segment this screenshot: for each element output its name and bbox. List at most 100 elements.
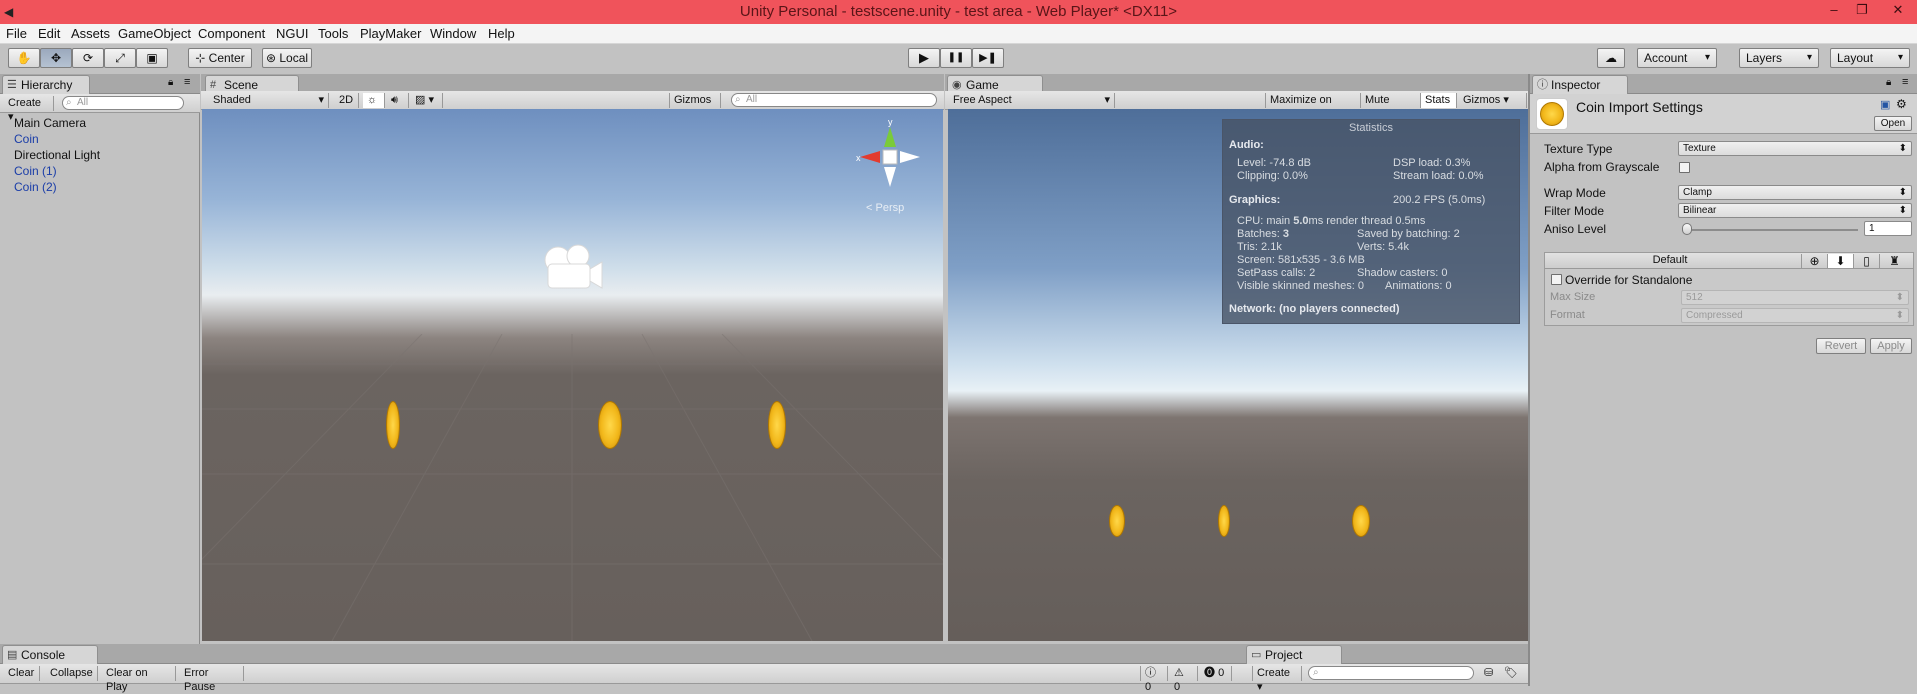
menu-icon[interactable]: ≡ xyxy=(184,76,190,88)
menu-component[interactable]: Component xyxy=(198,26,265,41)
camera-icon[interactable] xyxy=(536,238,616,298)
gear-icon[interactable]: ⚙ xyxy=(1896,97,1907,111)
play-button[interactable]: ▶ xyxy=(908,48,940,68)
minimize-icon[interactable]: – xyxy=(1820,0,1848,22)
effects-dropdown[interactable]: ▨ ▾ xyxy=(411,93,443,108)
layout-dropdown[interactable]: Layout xyxy=(1830,48,1910,68)
cloud-button[interactable]: ☁ xyxy=(1597,48,1625,68)
pivot-center-button[interactable]: ⊹ Center xyxy=(188,48,252,68)
stats-toggle[interactable]: Stats xyxy=(1421,93,1457,108)
wrap-mode-dropdown[interactable]: Clamp ⬍ xyxy=(1678,185,1912,200)
console-clear-on-play-button[interactable]: Clear on Play xyxy=(102,666,176,693)
revert-button[interactable]: Revert xyxy=(1816,338,1866,354)
pivot-local-button[interactable]: ⊛ Local xyxy=(262,48,312,68)
maximize-icon[interactable]: ❐ xyxy=(1848,0,1876,22)
open-button[interactable]: Open xyxy=(1874,116,1912,131)
console-error-pause-button[interactable]: Error Pause xyxy=(180,666,244,693)
step-button[interactable]: ▶❚ xyxy=(972,48,1004,68)
help-icon[interactable]: ▣ xyxy=(1880,98,1890,111)
tab-console[interactable]: ▤ Console xyxy=(2,645,98,664)
bottom-tabbar: ▤ Console ▭ Project xyxy=(0,644,1530,664)
menu-help[interactable]: Help xyxy=(488,26,515,41)
shading-dropdown[interactable]: Shaded ▾ xyxy=(209,93,329,108)
layers-dropdown[interactable]: Layers xyxy=(1739,48,1819,68)
console-error-toggle[interactable]: ⓿ 0 xyxy=(1200,666,1232,681)
audio-header: Audio: xyxy=(1229,139,1264,151)
game-subbar: Free Aspect▾ Maximize on Play Mute audio… xyxy=(945,91,1530,120)
maximize-on-play-toggle[interactable]: Maximize on Play xyxy=(1265,93,1361,120)
scene-search-input[interactable]: ⌕ All xyxy=(731,93,937,107)
scene-viewport[interactable]: x y < Persp xyxy=(202,109,943,641)
tab-inspector[interactable]: ⓘ Inspector xyxy=(1532,75,1628,94)
lock-icon[interactable]: 🔒︎ xyxy=(168,77,173,88)
search-icon: ⌕ xyxy=(66,97,72,108)
lock-icon[interactable]: 🔒︎ xyxy=(1886,77,1891,88)
coin-object[interactable] xyxy=(386,401,400,449)
android-icon[interactable]: ♜ xyxy=(1879,254,1909,268)
texture-type-dropdown[interactable]: Texture ⬍ xyxy=(1678,141,1912,156)
menu-ngui[interactable]: NGUI xyxy=(276,26,309,41)
menu-tools[interactable]: Tools xyxy=(318,26,348,41)
hierarchy-item-directional-light[interactable]: Directional Light xyxy=(14,148,100,162)
coin-object[interactable] xyxy=(768,401,786,449)
rect-tool-button[interactable]: ▣ xyxy=(136,48,168,68)
aniso-level-input[interactable]: 1 xyxy=(1864,221,1912,236)
tab-hierarchy[interactable]: ☰ Hierarchy xyxy=(2,75,90,94)
menu-playmaker[interactable]: PlayMaker xyxy=(360,26,421,41)
hierarchy-search-input[interactable]: ⌕ All xyxy=(62,96,184,110)
menu-window[interactable]: Window xyxy=(430,26,476,41)
hierarchy-create-dropdown[interactable]: Create ▾ xyxy=(4,96,54,123)
texture-type-value: Texture xyxy=(1683,143,1716,154)
console-info-toggle[interactable]: ⓘ 0 xyxy=(1140,666,1168,693)
coin-object xyxy=(1218,505,1230,537)
move-tool-button[interactable]: ✥ xyxy=(40,48,72,68)
alpha-from-grayscale-checkbox[interactable] xyxy=(1679,162,1690,173)
hierarchy-item-coin-1[interactable]: Coin (1) xyxy=(14,164,57,178)
console-collapse-button[interactable]: Collapse xyxy=(46,666,98,681)
download-icon[interactable]: ⬇ xyxy=(1827,254,1853,268)
mute-audio-toggle[interactable]: Mute audio xyxy=(1361,93,1421,120)
scale-tool-button[interactable]: ⤢ xyxy=(104,48,136,68)
panel-splitter[interactable] xyxy=(1528,74,1530,686)
project-create-dropdown[interactable]: Create ▾ xyxy=(1252,666,1302,693)
rotate-tool-button[interactable]: ⟳ xyxy=(72,48,104,68)
menu-icon[interactable]: ≡ xyxy=(1902,76,1908,88)
orientation-gizmo[interactable]: x y xyxy=(850,117,930,197)
globe-icon[interactable]: ⊕ xyxy=(1801,254,1827,268)
menu-gameobject[interactable]: GameObject xyxy=(118,26,191,41)
project-search-input[interactable]: ⌕ xyxy=(1308,666,1474,680)
menu-file[interactable]: File xyxy=(6,26,27,41)
lighting-toggle[interactable]: ☼ xyxy=(363,93,385,108)
search-placeholder: All xyxy=(77,97,89,108)
game-tab-label: Game xyxy=(966,78,999,92)
override-standalone-checkbox[interactable] xyxy=(1551,274,1562,285)
aniso-slider-track[interactable] xyxy=(1682,229,1858,231)
aniso-slider-thumb[interactable] xyxy=(1682,223,1692,235)
label-tag-icon[interactable]: 🏷︎ xyxy=(1504,666,1518,679)
apply-button[interactable]: Apply xyxy=(1870,338,1912,354)
scene-gizmos-dropdown[interactable]: Gizmos ▾ xyxy=(669,93,721,120)
menu-edit[interactable]: Edit xyxy=(38,26,60,41)
console-warning-toggle[interactable]: ⚠ 0 xyxy=(1170,666,1198,693)
hand-tool-button[interactable]: ✋ xyxy=(8,48,40,68)
close-icon[interactable]: ✕ xyxy=(1880,0,1916,22)
tab-platform-default[interactable]: Default xyxy=(1545,253,1795,268)
audio-toggle[interactable]: 🔊︎ xyxy=(387,93,409,108)
filter-type-icon[interactable]: ⛁ xyxy=(1484,666,1493,679)
phone-icon[interactable]: ▯ xyxy=(1853,254,1879,268)
tab-project[interactable]: ▭ Project xyxy=(1246,645,1342,664)
game-gizmos-dropdown[interactable]: Gizmos ▾ xyxy=(1459,93,1527,108)
menu-assets[interactable]: Assets xyxy=(71,26,110,41)
hierarchy-item-coin[interactable]: Coin xyxy=(14,132,39,146)
pause-button[interactable]: ❚❚ xyxy=(940,48,972,68)
info-count: 0 xyxy=(1145,681,1152,693)
hierarchy-item-coin-2[interactable]: Coin (2) xyxy=(14,180,57,194)
console-clear-button[interactable]: Clear xyxy=(4,666,40,681)
coin-object[interactable] xyxy=(598,401,622,449)
persp-label[interactable]: < Persp xyxy=(866,202,904,214)
hierarchy-item-main-camera[interactable]: Main Camera xyxy=(14,116,86,130)
filter-mode-dropdown[interactable]: Bilinear ⬍ xyxy=(1678,203,1912,218)
2d-toggle[interactable]: 2D xyxy=(335,93,359,108)
account-dropdown[interactable]: Account xyxy=(1637,48,1717,68)
aspect-dropdown[interactable]: Free Aspect ▾ xyxy=(949,93,1115,108)
